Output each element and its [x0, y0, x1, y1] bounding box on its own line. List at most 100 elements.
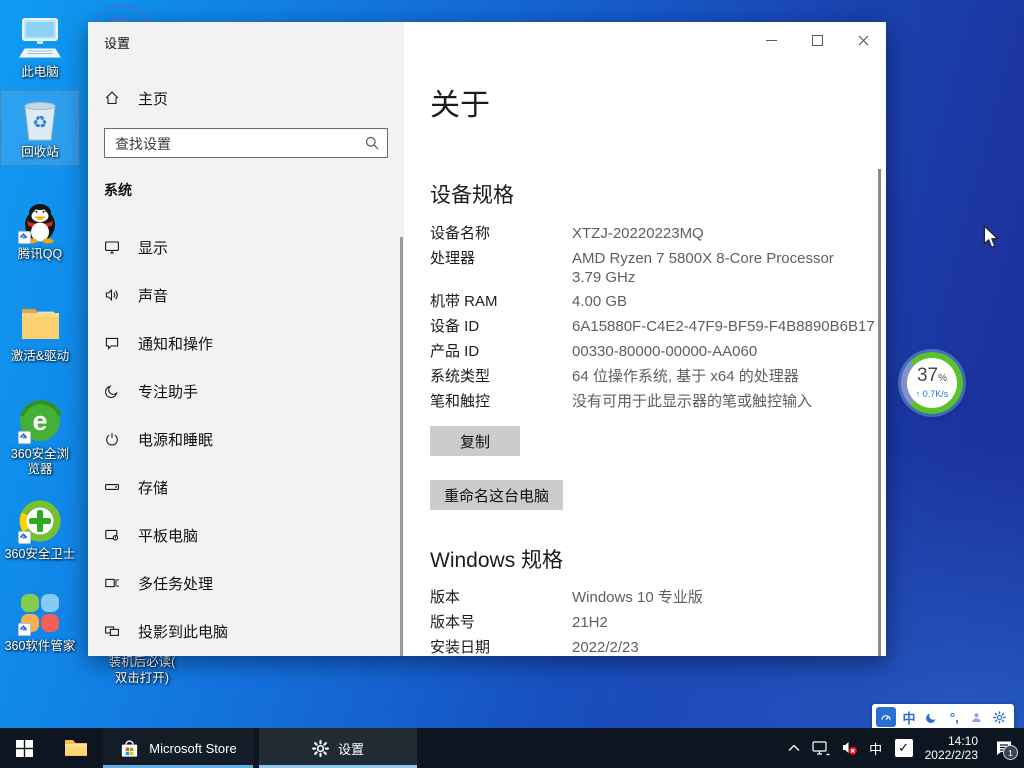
spec-value: AMD Ryzen 7 5800X 8-Core Processor3.79 G… — [572, 249, 882, 287]
spec-value: 00330-80000-00000-AA060 — [572, 342, 882, 361]
tray-network-button[interactable] — [807, 728, 835, 768]
network-icon — [812, 741, 830, 756]
ime-toolbar: 中 °, — [872, 704, 1014, 730]
spec-label: 设备名称 — [430, 224, 490, 243]
desktop-icon-recycle-bin[interactable]: ♻ 回收站 — [2, 92, 78, 164]
readme-label-line1: 装机后必读( — [84, 654, 200, 670]
minimize-button[interactable] — [748, 22, 794, 58]
desktop-icon-label: 360安全浏览器 — [5, 447, 75, 477]
sidebar-item-label: 声音 — [138, 285, 168, 306]
desktop-icon-360-browser[interactable]: e 360安全浏览器 — [0, 398, 80, 477]
windows-logo-icon — [16, 740, 33, 757]
recycle-bin-icon: ♻ — [16, 96, 64, 142]
tray-date: 2022/2/23 — [925, 748, 978, 762]
maximize-button[interactable] — [794, 22, 840, 58]
moon-icon — [104, 383, 120, 399]
ime-punctuation-button[interactable]: °, — [944, 707, 964, 727]
tray-volume-button[interactable] — [835, 728, 863, 768]
taskbar: Microsoft Store 设置 中 — [0, 728, 1024, 768]
sidebar-item-tablet[interactable]: 平板电脑 — [88, 513, 400, 557]
sidebar-item-notifications[interactable]: 通知和操作 — [88, 321, 400, 365]
sidebar-item-home[interactable]: 主页 — [104, 84, 168, 112]
sidebar-item-projecting[interactable]: 投影到此电脑 — [88, 609, 400, 653]
sidebar-item-display[interactable]: 显示 — [88, 225, 400, 269]
ime-chinese-mode-button[interactable]: 中 — [899, 707, 919, 727]
shortcut-arrow-icon — [18, 531, 31, 544]
settings-window: 设置 主页 系统 显示 — [88, 22, 886, 656]
tray-input-indicator[interactable]: 中 — [863, 728, 889, 768]
search-input[interactable] — [113, 130, 357, 158]
settings-search-box[interactable] — [104, 128, 388, 158]
ime-settings-button[interactable] — [990, 707, 1010, 727]
mouse-cursor — [983, 225, 999, 254]
spec-value: 21H2 — [572, 613, 882, 632]
shortcut-arrow-icon — [18, 623, 31, 636]
storage-icon — [104, 479, 120, 495]
sidebar-item-multitasking[interactable]: 多任务处理 — [88, 561, 400, 605]
start-button[interactable] — [0, 728, 48, 768]
search-icon[interactable] — [364, 135, 380, 156]
desktop-icon-readme[interactable]: 装机后必读( 双击打开) — [84, 654, 200, 686]
spec-label: 处理器 — [430, 249, 475, 268]
spec-label: 安装日期 — [430, 638, 490, 656]
action-center-button[interactable]: 1 — [984, 728, 1024, 768]
moon-icon — [925, 711, 938, 724]
main-scrollbar[interactable] — [878, 169, 881, 656]
sidebar-item-label: 投影到此电脑 — [138, 621, 228, 642]
volume-muted-icon — [840, 740, 858, 756]
360-software-manager-icon — [16, 590, 64, 636]
spec-label: 设备 ID — [430, 317, 479, 336]
sidebar-item-sound[interactable]: 声音 — [88, 273, 400, 317]
desktop-icon-tencent-qq[interactable]: 腾讯QQ — [0, 198, 80, 262]
taskbar-button-label: Microsoft Store — [149, 741, 236, 756]
file-explorer-button[interactable] — [54, 728, 98, 768]
close-button[interactable] — [840, 22, 886, 58]
sidebar-home-label: 主页 — [138, 88, 168, 109]
360-speed-ball[interactable]: 37% ↑ 0.7K/s — [901, 352, 963, 414]
ime-person-button[interactable] — [967, 707, 987, 727]
qq-icon — [16, 198, 64, 244]
system-tray: 中 ✓ 14:10 2022/2/23 1 — [781, 728, 1024, 768]
projecting-icon — [104, 623, 120, 639]
spec-label: 系统类型 — [430, 367, 490, 386]
desktop-icon-activation-driver-folder[interactable]: 激活&驱动 — [0, 300, 80, 364]
ime-gauge-icon — [879, 710, 893, 724]
desktop-icon-label: 360安全卫士 — [0, 547, 80, 562]
desktop-icon-label: 此电脑 — [0, 65, 80, 80]
spec-label: 版本号 — [430, 613, 475, 632]
microsoft-store-icon — [119, 738, 140, 759]
file-explorer-icon — [64, 738, 88, 758]
maximize-icon — [812, 35, 823, 46]
tablet-icon — [104, 527, 120, 543]
sidebar-item-power-sleep[interactable]: 电源和睡眠 — [88, 417, 400, 461]
window-titlebar — [404, 22, 886, 58]
sidebar-section-system: 系统 — [104, 180, 132, 200]
tray-time: 14:10 — [925, 734, 978, 748]
tray-360-button[interactable]: ✓ — [889, 728, 919, 768]
sidebar-scrollbar[interactable] — [400, 237, 403, 656]
minimize-icon — [766, 40, 777, 41]
desktop-icon-360-software-manager[interactable]: 360软件管家 — [0, 590, 80, 654]
gear-icon — [993, 711, 1006, 724]
desktop-icon-this-pc[interactable]: 此电脑 — [0, 16, 80, 80]
spec-value: 64 位操作系统, 基于 x64 的处理器 — [572, 367, 882, 386]
device-spec-section-title: 设备规格 — [430, 179, 514, 209]
check-square-icon: ✓ — [895, 739, 913, 757]
sidebar-item-storage[interactable]: 存储 — [88, 465, 400, 509]
sidebar-item-label: 平板电脑 — [138, 525, 198, 546]
taskbar-button-microsoft-store[interactable]: Microsoft Store — [103, 728, 253, 768]
taskbar-button-settings[interactable]: 设置 — [259, 728, 417, 768]
tray-chevron-button[interactable] — [781, 728, 807, 768]
rename-pc-button[interactable]: 重命名这台电脑 — [430, 480, 563, 510]
ime-moon-button[interactable] — [922, 707, 942, 727]
copy-button[interactable]: 复制 — [430, 426, 520, 456]
display-icon — [104, 239, 120, 255]
tray-clock-button[interactable]: 14:10 2022/2/23 — [919, 728, 984, 768]
360-browser-icon: e — [16, 398, 64, 444]
sound-icon — [104, 287, 120, 303]
spec-value: 没有可用于此显示器的笔或触控输入 — [572, 392, 882, 411]
ime-logo-button[interactable] — [876, 707, 896, 727]
sidebar-item-focus-assist[interactable]: 专注助手 — [88, 369, 400, 413]
desktop-icon-360-safeguard[interactable]: 360安全卫士 — [0, 498, 80, 562]
settings-sidebar: 设置 主页 系统 显示 — [88, 22, 404, 656]
